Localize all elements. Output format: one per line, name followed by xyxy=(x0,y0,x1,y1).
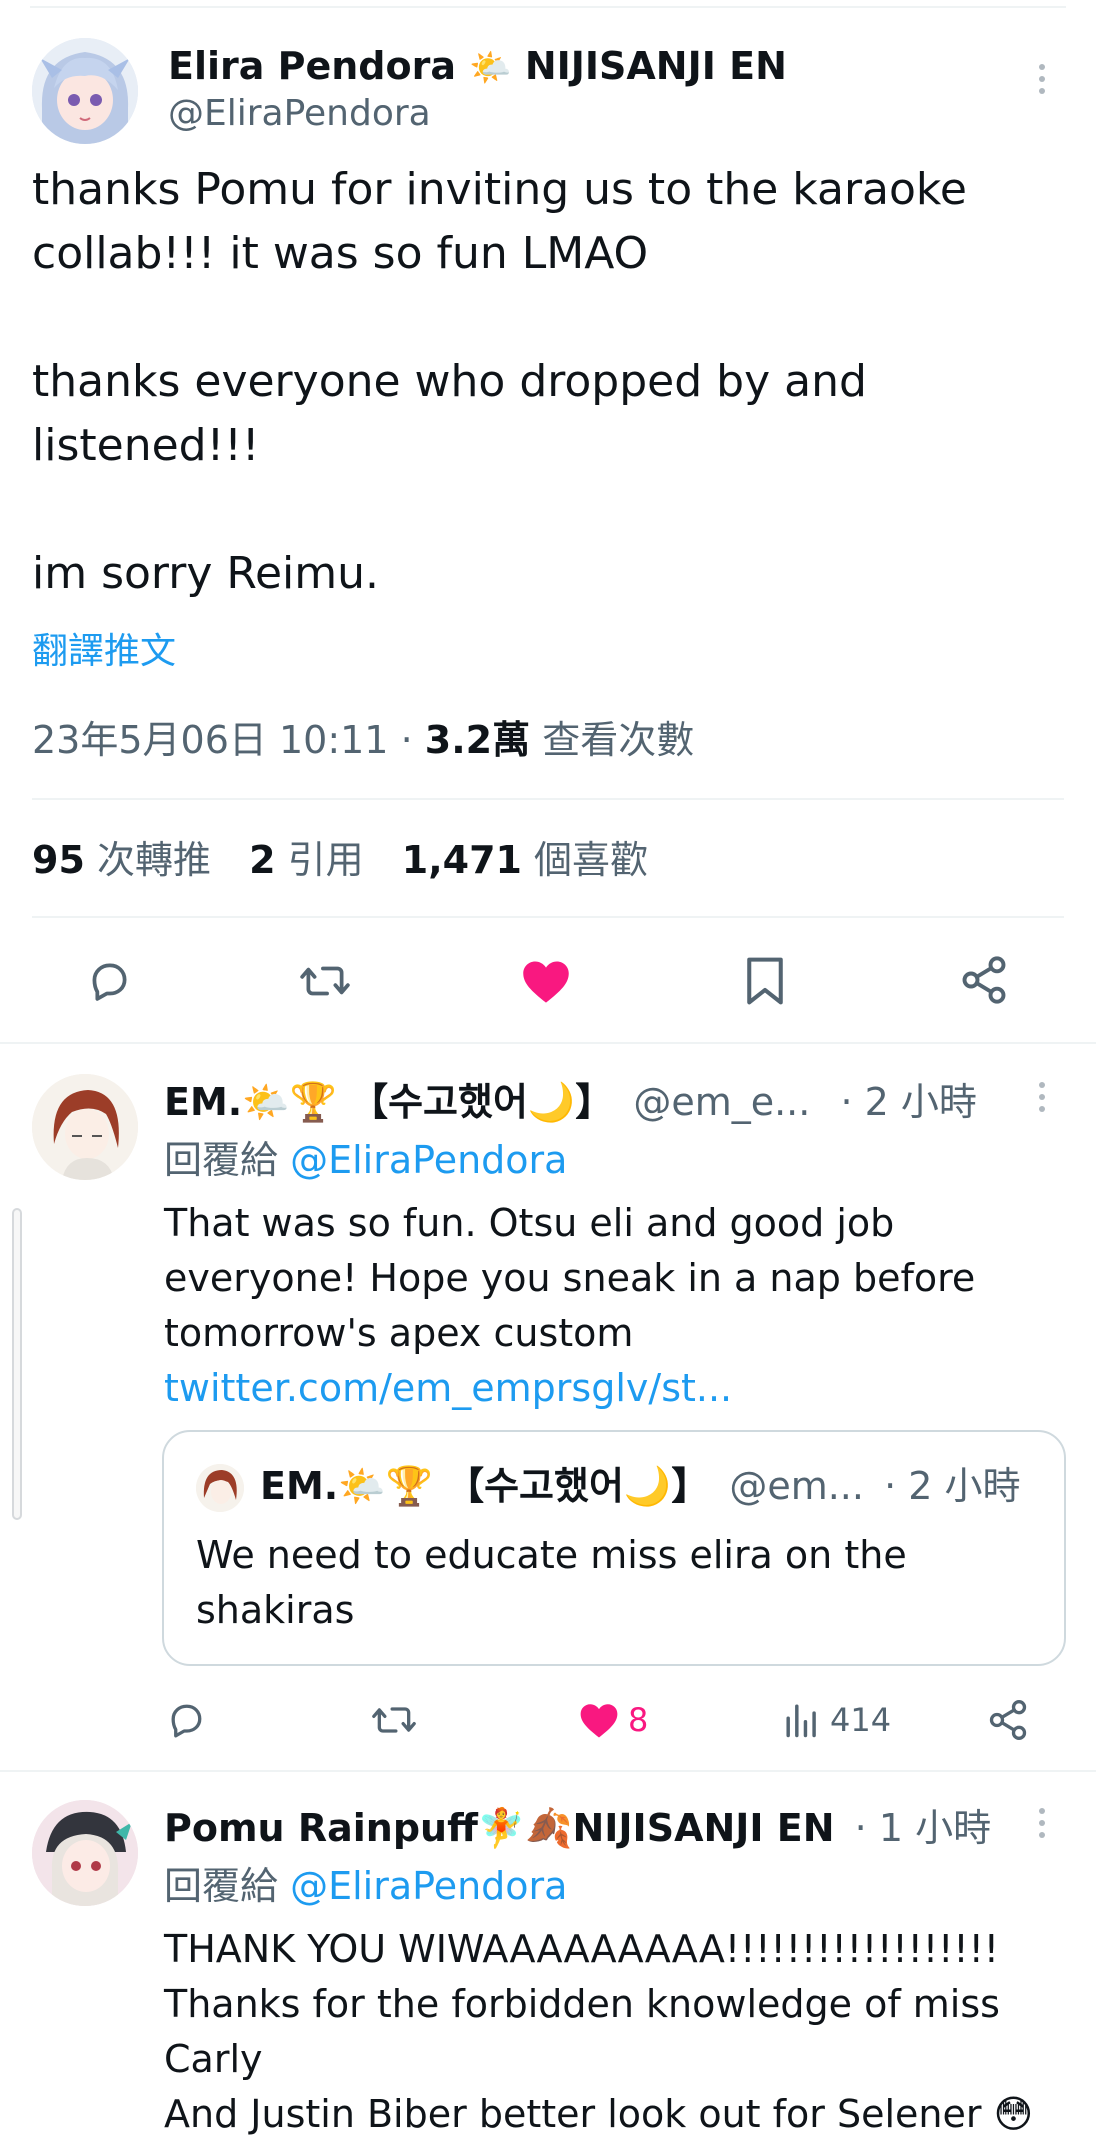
tweet-text-line: thanks everyone who dropped by and xyxy=(32,356,867,407)
quotes-label: 引用 xyxy=(287,838,364,882)
more-options-icon[interactable] xyxy=(1036,64,1048,100)
reply-text-line: That was so fun. Otsu eli and good job xyxy=(164,1201,895,1245)
retweet-icon[interactable] xyxy=(370,1698,418,1742)
em-header-row: EM.🌤️🏆 【수고했어🌙】 @em_e... · 2 小時 xyxy=(164,1078,1024,1126)
reply-icon[interactable] xyxy=(84,956,134,1006)
quotes-stat[interactable]: 2 引用 xyxy=(249,838,376,882)
tweet-text-line: im sorry Reimu. xyxy=(32,548,379,599)
em-time[interactable]: · 2 小時 xyxy=(840,1080,976,1124)
em-reply-to: 回覆給 @EliraPendora xyxy=(164,1136,567,1184)
em-handle[interactable]: @em_e... xyxy=(633,1080,810,1124)
share-icon[interactable] xyxy=(986,1698,1030,1742)
bookmark-icon[interactable] xyxy=(742,954,788,1008)
share-icon[interactable] xyxy=(958,954,1010,1006)
pomu-more-options-icon[interactable] xyxy=(1036,1808,1048,1844)
reply-text-line: everyone! Hope you sneak in a nap before xyxy=(164,1256,976,1300)
author-name-suffix: NIJISANJI EN xyxy=(524,44,787,88)
reply-icon[interactable] xyxy=(164,1698,208,1742)
retweets-stat[interactable]: 95 次轉推 xyxy=(32,838,223,882)
reply-text-line: Carly xyxy=(164,2037,263,2081)
analytics-icon xyxy=(786,1704,816,1738)
top-divider xyxy=(30,6,1066,8)
reply-text-line: Thanks for the forbidden knowledge of mi… xyxy=(164,1982,1000,2026)
scrollbar-thumb[interactable] xyxy=(12,1208,22,1520)
em-more-options-icon[interactable] xyxy=(1036,1082,1048,1118)
timestamp-row: 23年5月06日 10:11 · 3.2萬 查看次數 xyxy=(32,716,694,764)
pomu-avatar-art xyxy=(32,1800,138,1906)
tweet-text-line: collab!!! it was so fun LMAO xyxy=(32,228,649,279)
quote-author-avatar xyxy=(196,1464,244,1512)
pomu-reply-text: THANK YOU WIWAAAAAAAAA!!!!!!!!!!!!!!!!!!… xyxy=(164,1922,1064,2142)
pomu-header-row: Pomu Rainpuff🧚🍂NIJISANJI EN · 1 小時 xyxy=(164,1804,1024,1852)
pomu-display-name[interactable]: Pomu Rainpuff🧚🍂NIJISANJI EN xyxy=(164,1806,835,1850)
quote-header-row: EM.🌤️🏆 【수고했어🌙】 @em... · 2 小時 xyxy=(260,1462,1060,1510)
em-reply-text: That was so fun. Otsu eli and good job e… xyxy=(164,1196,1044,1416)
quotes-count: 2 xyxy=(249,838,276,882)
quoted-tweet-card[interactable]: EM.🌤️🏆 【수고했어🌙】 @em... · 2 小時 We need to … xyxy=(162,1430,1066,1666)
retweets-count: 95 xyxy=(32,838,85,882)
tweet-text: thanks Pomu for inviting us to the karao… xyxy=(32,158,1062,606)
views-button[interactable]: 414 xyxy=(784,1698,891,1742)
separator-dot: · xyxy=(400,718,413,762)
retweet-icon[interactable] xyxy=(298,956,352,1006)
author-name-row[interactable]: Elira Pendora 🌤️ NIJISANJI EN xyxy=(168,42,787,92)
like-count: 8 xyxy=(628,1701,649,1739)
tweet-text-line: listened!!! xyxy=(32,420,260,471)
author-handle[interactable]: @EliraPendora xyxy=(168,92,431,136)
views-label: 查看次數 xyxy=(542,718,695,762)
author-display-name: Elira Pendora xyxy=(168,44,456,88)
reply-to-label: 回覆給 xyxy=(164,1138,279,1182)
quote-text: We need to educate miss elira on the sha… xyxy=(196,1528,1046,1638)
reply-text-line: And Justin Biber better look out for Sel… xyxy=(164,2092,1034,2136)
pomu-avatar[interactable] xyxy=(32,1800,138,1906)
views-count: 3.2萬 xyxy=(424,718,531,762)
em-avatar-art xyxy=(32,1074,138,1180)
em-display-name[interactable]: EM.🌤️🏆 【수고했어🌙】 xyxy=(164,1080,613,1124)
quote-handle: @em... xyxy=(729,1464,864,1508)
likes-stat[interactable]: 1,471 個喜歡 xyxy=(402,838,648,882)
reply-to-handle[interactable]: @EliraPendora xyxy=(290,1864,567,1908)
stats-top-divider xyxy=(32,798,1064,800)
pomu-time[interactable]: · 1 小時 xyxy=(855,1806,991,1850)
quote-text-line: We need to educate miss elira on the xyxy=(196,1533,907,1577)
like-filled-icon xyxy=(580,1704,618,1738)
reply-text-line: tomorrow's apex custom xyxy=(164,1311,634,1355)
engagement-stats: 95 次轉推 2 引用 1,471 個喜歡 xyxy=(32,836,648,884)
retweets-label: 次轉推 xyxy=(96,838,211,882)
quote-display-name: EM.🌤️🏆 【수고했어🌙】 xyxy=(260,1464,710,1508)
reply-divider xyxy=(0,1770,1096,1772)
stats-bottom-divider xyxy=(32,916,1064,918)
like-button[interactable]: 8 xyxy=(578,1698,648,1742)
quote-text-line: shakiras xyxy=(196,1588,355,1632)
quote-time: · 2 小時 xyxy=(884,1464,1021,1508)
em-tweet-link[interactable]: twitter.com/em_emprsglv/st... xyxy=(164,1361,1044,1416)
translate-tweet-link[interactable]: 翻譯推文 xyxy=(32,630,176,674)
likes-count: 1,471 xyxy=(401,838,522,882)
tweet-text-line: thanks Pomu for inviting us to the karao… xyxy=(32,164,967,215)
elira-avatar-art xyxy=(32,38,138,144)
elira-avatar[interactable] xyxy=(32,38,138,144)
em-avatar[interactable] xyxy=(32,1074,138,1180)
sun-cloud-emoji-icon: 🌤️ xyxy=(469,48,512,88)
main-tweet-bottom-divider xyxy=(0,1042,1096,1044)
reply-text-line: THANK YOU WIWAAAAAAAAA!!!!!!!!!!!!!!!!!! xyxy=(164,1927,1000,1971)
likes-label: 個喜歡 xyxy=(534,838,649,882)
views-count: 414 xyxy=(830,1701,892,1739)
pomu-reply-to: 回覆給 @EliraPendora xyxy=(164,1862,567,1910)
reply-to-handle[interactable]: @EliraPendora xyxy=(290,1138,567,1182)
like-icon[interactable] xyxy=(520,956,572,1006)
timestamp[interactable]: 23年5月06日 10:11 xyxy=(32,718,388,762)
reply-to-label: 回覆給 xyxy=(164,1864,279,1908)
